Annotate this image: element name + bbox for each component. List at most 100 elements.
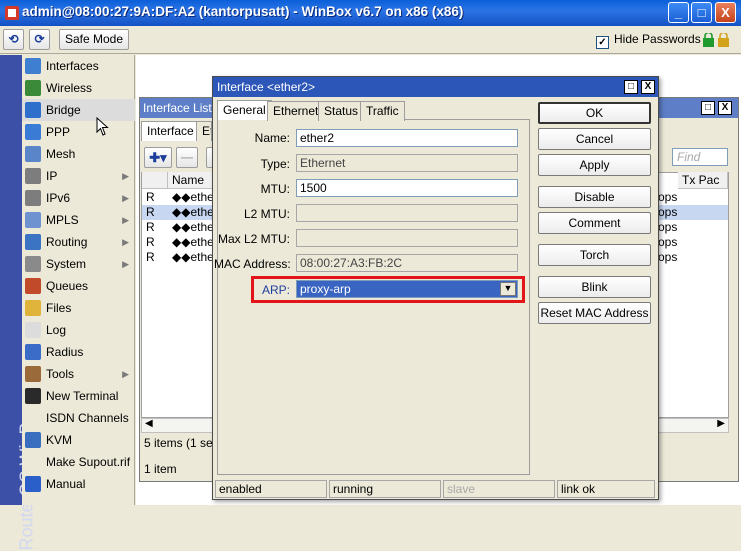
safe-mode-button[interactable]: Safe Mode	[59, 29, 129, 50]
reset-mac-address-button[interactable]: Reset MAC Address	[538, 302, 651, 324]
radius-icon	[25, 344, 41, 360]
apply-button[interactable]: Apply	[538, 154, 651, 176]
l2mtu-field	[296, 204, 518, 222]
sidebar-item-isdn-channels[interactable]: ISDN Channels	[22, 407, 135, 429]
tab-interface[interactable]: Interface	[141, 121, 200, 141]
comment-button[interactable]: Comment	[538, 212, 651, 234]
queues-icon	[25, 278, 41, 294]
mouse-cursor-icon	[96, 117, 109, 136]
window-title: admin@08:00:27:9A:DF:A2 (kantorpusatt) -…	[22, 4, 464, 19]
sidebar-item-label: MPLS	[46, 213, 79, 227]
add-interface-button[interactable]: ✚▾	[144, 147, 172, 168]
remove-interface-button[interactable]: —	[176, 147, 198, 168]
minimize-button[interactable]: _	[668, 2, 689, 23]
cell-tx: ops	[658, 190, 678, 204]
cell-flag: R	[146, 205, 155, 219]
type-field: Ethernet	[296, 154, 518, 172]
tab-general[interactable]: General	[217, 100, 272, 120]
column-name[interactable]: Name	[168, 172, 214, 189]
name-field[interactable]: ether2	[296, 129, 518, 147]
mpls-icon	[25, 212, 41, 228]
hide-passwords-checkbox[interactable]: ✓	[596, 36, 609, 49]
sidebar-item-new-terminal[interactable]: New Terminal	[22, 385, 135, 407]
cell-flag: R	[146, 190, 155, 204]
disable-button[interactable]: Disable	[538, 186, 651, 208]
tab-ethernet-partial[interactable]: Eth	[196, 121, 212, 141]
sidebar-item-wireless[interactable]: Wireless	[22, 77, 135, 99]
submenu-arrow-icon: ▶	[122, 259, 129, 269]
arp-select[interactable]: proxy-arp ▼	[296, 280, 518, 298]
sidebar-item-label: IPv6	[46, 191, 71, 205]
close-button[interactable]: X	[715, 2, 736, 23]
log-icon	[25, 322, 41, 338]
chevron-down-icon[interactable]: ▼	[500, 282, 516, 296]
dialog-maximize-button[interactable]: □	[624, 80, 638, 94]
redo-icon[interactable]: ⟳	[29, 29, 50, 50]
cell-name: ◆◆ether	[172, 250, 218, 264]
mtu-field[interactable]: 1500	[296, 179, 518, 197]
sidebar-item-label: KVM	[46, 433, 73, 447]
cell-tx: ops	[658, 205, 678, 219]
sidebar-item-radius[interactable]: Radius	[22, 341, 135, 363]
scroll-right-icon[interactable]: ▶	[717, 418, 725, 429]
brand-strip: RouterOS WinBox	[0, 55, 37, 551]
submenu-arrow-icon: ▶	[122, 193, 129, 203]
sidebar-item-bridge[interactable]: Bridge	[22, 99, 135, 121]
sidebar-item-files[interactable]: Files	[22, 297, 135, 319]
sidebar-item-label: Queues	[46, 279, 89, 293]
sidebar-item-mpls[interactable]: MPLS ▶	[22, 209, 135, 231]
ppp-icon	[25, 124, 41, 140]
tab-status[interactable]: Status	[318, 101, 365, 121]
ok-button[interactable]: OK	[538, 102, 651, 124]
tab-traffic[interactable]: Traffic	[360, 101, 405, 121]
list-maximize-button[interactable]: □	[701, 101, 715, 115]
dialog-close-button[interactable]: X	[641, 80, 655, 94]
cell-flag: R	[146, 250, 155, 264]
sidebar-item-label: Log	[46, 323, 67, 337]
sidebar-item-label: ISDN Channels	[46, 411, 129, 425]
sidebar-item-kvm[interactable]: KVM	[22, 429, 135, 451]
sidebar-item-label: Files	[46, 301, 72, 315]
maximize-button[interactable]: □	[691, 2, 712, 23]
sidebar-item-tools[interactable]: Tools ▶	[22, 363, 135, 385]
tab-ethernet[interactable]: Ethernet	[267, 101, 325, 121]
cell-name: ◆◆ether	[172, 235, 218, 249]
mtu-label: MTU:	[260, 182, 290, 196]
sidebar-item-label: Routing	[46, 235, 88, 249]
sidebar-item-manual[interactable]: Manual	[22, 473, 135, 495]
find-input[interactable]: Find	[672, 148, 728, 166]
hide-passwords-toggle[interactable]: ✓ Hide Passwords	[596, 32, 701, 49]
column-tx-packets[interactable]: Tx Pac	[678, 172, 728, 189]
max-l2mtu-field	[296, 229, 518, 247]
tools-icon	[25, 366, 41, 382]
mac-address-field: 08:00:27:A3:FB:2C	[296, 254, 518, 272]
sidebar-item-routing[interactable]: Routing ▶	[22, 231, 135, 253]
sidebar-item-interfaces[interactable]: Interfaces	[22, 55, 135, 77]
scroll-left-icon[interactable]: ◀	[145, 418, 153, 429]
sidebar-item-log[interactable]: Log	[22, 319, 135, 341]
list-close-button[interactable]: X	[718, 101, 732, 115]
sidebar-item-make-supout-rif[interactable]: Make Supout.rif	[22, 451, 135, 473]
blink-button[interactable]: Blink	[538, 276, 651, 298]
sidebar-item-ip[interactable]: IP ▶	[22, 165, 135, 187]
cancel-button[interactable]: Cancel	[538, 128, 651, 150]
sidebar-item-system[interactable]: System ▶	[22, 253, 135, 275]
cell-flag: R	[146, 235, 155, 249]
undo-icon[interactable]: ⟲	[3, 29, 24, 50]
wireless-icon	[25, 80, 41, 96]
sidebar-item-mesh[interactable]: Mesh	[22, 143, 135, 165]
torch-button[interactable]: Torch	[538, 244, 651, 266]
submenu-arrow-icon: ▶	[122, 237, 129, 247]
sidebar-item-ipv6[interactable]: IPv6 ▶	[22, 187, 135, 209]
sidebar-item-queues[interactable]: Queues	[22, 275, 135, 297]
cell-tx: ops	[658, 250, 678, 264]
name-label: Name:	[254, 131, 290, 145]
submenu-arrow-icon: ▶	[122, 171, 129, 181]
sidebar-item-label: PPP	[46, 125, 71, 139]
type-label: Type:	[260, 157, 290, 171]
cell-tx: ops	[658, 235, 678, 249]
manual-icon	[25, 476, 41, 492]
kvm-icon	[25, 432, 41, 448]
column-flag	[142, 172, 168, 189]
sidebar-item-ppp[interactable]: PPP	[22, 121, 135, 143]
